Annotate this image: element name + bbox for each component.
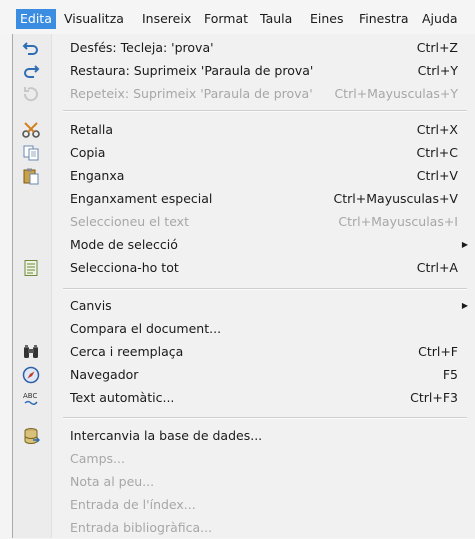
menu-item-navigator[interactable]: Navegador F5 [13,363,475,386]
menu-item-label: Entrada de l'índex... [70,497,196,512]
menu-item-shortcut: F5 [442,367,458,382]
menu-item-label: Enganxament especial [70,191,213,206]
menu-format[interactable]: Format [200,9,252,29]
menu-item-label: Enganxa [70,168,125,183]
menu-item-repeat[interactable]: Repeteix: Suprimeix 'Paraula de prova' C… [13,82,475,105]
menu-item-cut[interactable]: Retalla Ctrl+X [13,118,475,141]
menu-item-label: Repeteix: Suprimeix 'Paraula de prova' [70,86,313,101]
menu-item-shortcut: Ctrl+F [418,344,458,359]
menu-item-label: Entrada bibliogràfica... [70,520,213,535]
menu-item-label: Camps... [70,451,125,466]
paste-icon [22,167,40,185]
menu-item-find-replace[interactable]: Cerca i reemplaça Ctrl+F [13,340,475,363]
separator [63,110,467,112]
menu-eines[interactable]: Eines [306,9,348,29]
redo-icon [22,62,40,80]
menu-item-select-all[interactable]: Selecciona-ho tot Ctrl+A [13,256,475,279]
scissors-icon [22,121,40,139]
submenu-arrow-icon: ▶ [461,301,468,310]
menu-item-label: Restaura: Suprimeix 'Paraula de prova' [70,63,314,78]
submenu-arrow-icon: ▶ [461,240,468,249]
menu-item-label: Seleccioneu el text [70,214,189,229]
undo-icon [22,39,40,57]
menu-item-label: Retalla [70,122,113,137]
database-icon [22,427,40,445]
menu-item-footnote[interactable]: Nota al peu... [13,470,475,493]
menu-item-shortcut: Ctrl+F3 [410,390,458,405]
menu-item-label: Nota al peu... [70,474,155,489]
edit-menu-dropdown: Desfés: Tecleja: 'prova' Ctrl+Z Restaura… [12,34,475,538]
menu-item-bibliography-entry[interactable]: Entrada bibliogràfica... [13,516,475,539]
menu-item-shortcut: Ctrl+Z [416,40,458,55]
menu-edita[interactable]: Edita [16,9,56,29]
menu-bar: Edita Visualitza Insereix Format Taula E… [0,0,475,34]
menu-item-shortcut: Ctrl+C [416,145,458,160]
menu-item-label: Selecciona-ho tot [70,260,179,275]
copy-icon [22,144,40,162]
menu-item-copy[interactable]: Copia Ctrl+C [13,141,475,164]
menu-item-label: Desfés: Tecleja: 'prova' [70,40,214,55]
menu-item-shortcut: Ctrl+V [416,168,458,183]
menu-item-index-entry[interactable]: Entrada de l'índex... [13,493,475,516]
menu-item-undo[interactable]: Desfés: Tecleja: 'prova' Ctrl+Z [13,36,475,59]
menu-item-shortcut: Ctrl+Y [417,63,458,78]
menu-item-compare-document[interactable]: Compara el document... [13,317,475,340]
menu-item-paste[interactable]: Enganxa Ctrl+V [13,164,475,187]
menu-item-shortcut: Ctrl+Mayusculas+I [338,214,458,229]
menu-item-selection-mode[interactable]: Mode de selecció ▶ [13,233,475,256]
menu-item-label: Navegador [70,367,139,382]
menu-finestra[interactable]: Finestra [355,9,413,29]
menu-item-select-text[interactable]: Seleccioneu el text Ctrl+Mayusculas+I [13,210,475,233]
menu-insereix[interactable]: Insereix [138,9,195,29]
menu-item-shortcut: Ctrl+Mayusculas+V [333,191,458,206]
menu-item-shortcut: Ctrl+A [416,260,458,275]
menu-item-shortcut: Ctrl+X [416,122,458,137]
separator [63,417,467,419]
autotext-icon-text: ABC [23,392,37,400]
menu-item-paste-special[interactable]: Enganxament especial Ctrl+Mayusculas+V [13,187,475,210]
menu-item-label: Text automàtic... [70,390,175,405]
compass-icon [22,366,40,384]
repeat-icon [22,85,40,103]
select-all-icon [22,259,40,277]
menu-item-label: Mode de selecció [70,237,178,252]
menu-item-label: Compara el document... [70,321,222,336]
menu-item-autotext[interactable]: ABC Text automàtic... Ctrl+F3 [13,386,475,409]
menu-item-shortcut: Ctrl+Mayusculas+Y [334,86,458,101]
menu-ajuda[interactable]: Ajuda [418,9,462,29]
separator [63,288,467,290]
menu-item-label: Cerca i reemplaça [70,344,184,359]
binoculars-icon [22,343,40,361]
menu-item-exchange-database[interactable]: Intercanvia la base de dades... [13,424,475,447]
menu-item-fields[interactable]: Camps... [13,447,475,470]
menu-item-redo[interactable]: Restaura: Suprimeix 'Paraula de prova' C… [13,59,475,82]
menu-item-label: Copia [70,145,106,160]
menu-item-label: Canvis [70,298,112,313]
menu-item-changes[interactable]: Canvis ▶ [13,294,475,317]
autotext-icon: ABC [22,389,40,407]
menu-visualitza[interactable]: Visualitza [60,9,128,29]
menu-item-label: Intercanvia la base de dades... [70,428,263,443]
menu-taula[interactable]: Taula [256,9,296,29]
